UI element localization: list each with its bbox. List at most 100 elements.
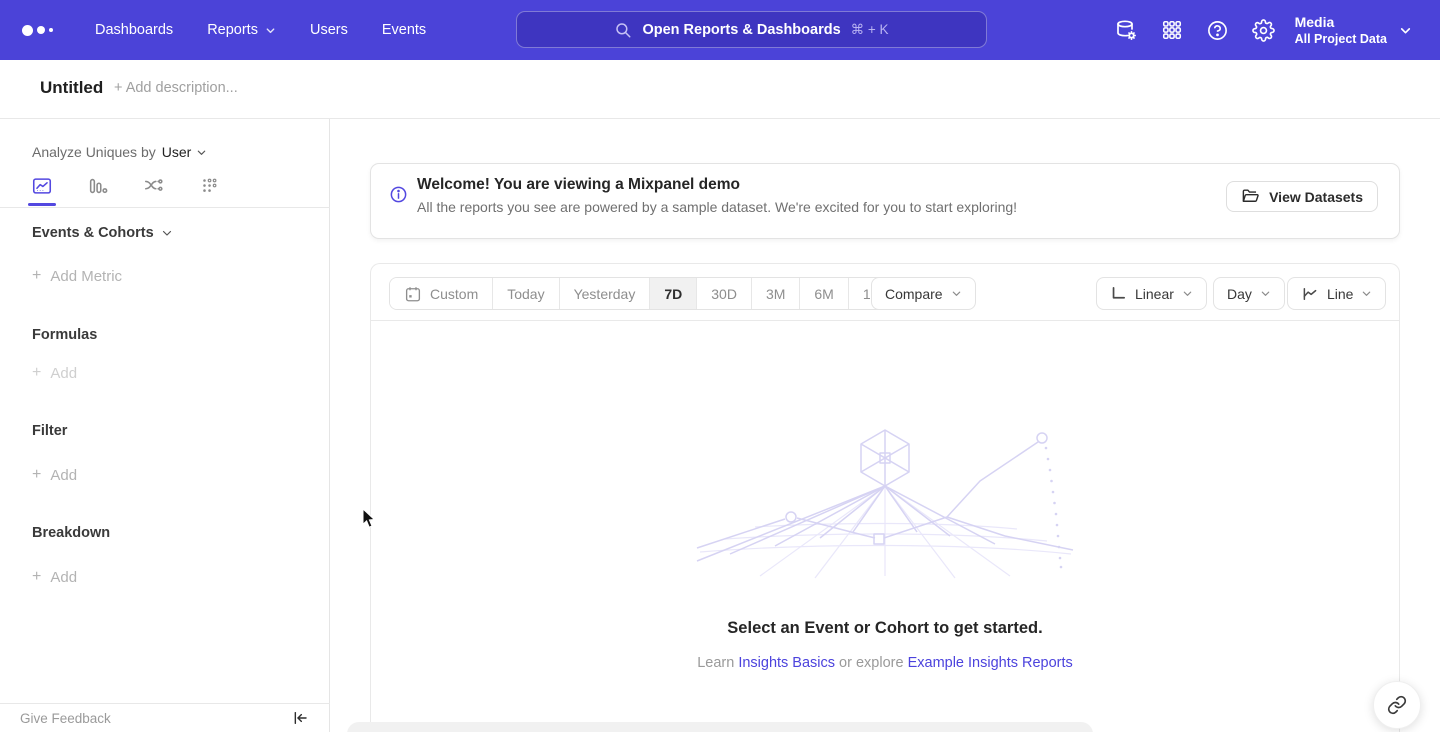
range-3m[interactable]: 3M	[752, 278, 800, 309]
add-breakdown-label: Add	[50, 569, 77, 586]
range-today[interactable]: Today	[493, 278, 559, 309]
report-title[interactable]: Untitled	[40, 78, 103, 98]
nav-item-label: Events	[382, 22, 426, 38]
range-6m[interactable]: 6M	[800, 278, 848, 309]
insights-basics-link[interactable]: Insights Basics	[738, 655, 835, 671]
nav-item-dashboards[interactable]: Dashboards	[78, 14, 190, 46]
nav-item-reports[interactable]: Reports	[190, 14, 293, 46]
plus-icon: +	[32, 568, 41, 586]
range-label: Today	[507, 286, 544, 302]
section-label: Breakdown	[32, 525, 110, 541]
folder-icon	[1241, 187, 1260, 206]
plus-icon: +	[32, 466, 41, 484]
tab-flow-chart[interactable]	[138, 168, 170, 204]
report-header: Untitled + Add description... Save	[0, 60, 1440, 119]
nav-item-label: Users	[310, 22, 348, 38]
range-label: 3M	[766, 286, 785, 302]
learn-prefix: Learn	[697, 655, 738, 671]
logo-dot-icon	[37, 26, 45, 34]
empty-state-illustration	[695, 426, 1075, 581]
plus-icon: +	[32, 267, 41, 285]
banner-title: Welcome! You are viewing a Mixpanel demo	[417, 176, 740, 194]
view-datasets-button[interactable]: View Datasets	[1226, 181, 1378, 212]
calendar-icon	[404, 285, 422, 303]
plus-icon: +	[32, 364, 41, 382]
analyze-value: User	[162, 144, 192, 160]
nav-item-label: Dashboards	[95, 22, 173, 38]
empty-state: Select an Event or Cohort to get started…	[371, 321, 1399, 671]
tab-scatter-grid[interactable]	[194, 168, 226, 204]
connector-text: or explore	[835, 655, 908, 671]
date-range-segmented: Custom Today Yesterday 7D 30D 3M 6M 12M	[389, 277, 905, 310]
add-filter-label: Add	[50, 467, 77, 484]
chevron-down-icon	[265, 25, 276, 36]
compare-label: Compare	[885, 286, 943, 302]
add-metric-button[interactable]: + Add Metric	[32, 267, 122, 285]
share-link-fab[interactable]	[1373, 681, 1421, 729]
view-datasets-label: View Datasets	[1269, 189, 1363, 205]
logo-dot-icon	[49, 28, 53, 32]
compare-button[interactable]: Compare	[871, 277, 976, 310]
collapse-sidebar-icon[interactable]	[292, 710, 308, 726]
range-7d[interactable]: 7D	[650, 278, 697, 309]
chevron-down-icon	[196, 147, 207, 158]
add-formula-button[interactable]: + Add	[32, 364, 77, 382]
project-subtitle: All Project Data	[1295, 31, 1387, 47]
breakdown-section-title: Breakdown	[32, 525, 110, 541]
chart-controls: Custom Today Yesterday 7D 30D 3M 6M 12M …	[371, 264, 1399, 321]
tab-bar-chart[interactable]	[82, 168, 114, 204]
apps-grid-icon[interactable]	[1149, 0, 1195, 60]
report-description-placeholder[interactable]: + Add description...	[114, 80, 238, 96]
chevron-down-icon	[951, 288, 962, 299]
search-shortcut: ⌘ + K	[851, 22, 889, 38]
give-feedback-link[interactable]: Give Feedback	[20, 711, 111, 726]
nav-right: Media All Project Data	[1103, 0, 1440, 60]
data-management-icon[interactable]	[1103, 0, 1149, 60]
project-switcher[interactable]: Media All Project Data	[1295, 13, 1430, 47]
range-30d[interactable]: 30D	[697, 278, 752, 309]
main-content: Welcome! You are viewing a Mixpanel demo…	[330, 119, 1440, 732]
nav-items: Dashboards Reports Users Events	[78, 14, 443, 46]
link-icon	[1387, 695, 1407, 715]
top-nav: Dashboards Reports Users Events Open Rep…	[0, 0, 1440, 60]
range-yesterday[interactable]: Yesterday	[560, 278, 651, 309]
interval-day-button[interactable]: Day	[1213, 277, 1285, 310]
chevron-down-icon	[161, 227, 173, 239]
scale-linear-button[interactable]: Linear	[1096, 277, 1207, 310]
scale-label: Linear	[1135, 286, 1174, 302]
global-search[interactable]: Open Reports & Dashboards ⌘ + K	[516, 11, 987, 48]
chart-type-line-button[interactable]: Line	[1287, 277, 1386, 310]
help-icon[interactable]	[1195, 0, 1241, 60]
report-card: Custom Today Yesterday 7D 30D 3M 6M 12M …	[370, 263, 1400, 732]
search-icon	[614, 21, 632, 39]
chevron-down-icon	[1399, 24, 1412, 37]
mixpanel-logo[interactable]	[22, 25, 66, 36]
add-filter-button[interactable]: + Add	[32, 466, 77, 484]
tab-line-chart[interactable]	[26, 168, 58, 204]
section-label: Events & Cohorts	[32, 225, 154, 241]
results-panel-peek[interactable]	[347, 722, 1093, 732]
welcome-banner: Welcome! You are viewing a Mixpanel demo…	[370, 163, 1400, 239]
section-label: Formulas	[32, 327, 97, 343]
section-label: Filter	[32, 423, 67, 439]
chevron-down-icon	[1182, 288, 1193, 299]
events-cohorts-section-title[interactable]: Events & Cohorts	[32, 225, 173, 241]
banner-subtitle: All the reports you see are powered by a…	[417, 199, 1017, 215]
project-name: Media	[1295, 13, 1387, 31]
add-breakdown-button[interactable]: + Add	[32, 568, 77, 586]
line-chart-icon	[31, 175, 53, 197]
settings-gear-icon[interactable]	[1241, 0, 1287, 60]
formulas-section-title: Formulas	[32, 327, 97, 343]
nav-item-events[interactable]: Events	[365, 14, 443, 46]
analyze-prefix: Analyze Uniques by	[32, 144, 156, 160]
linear-axes-icon	[1110, 285, 1127, 302]
range-label: 30D	[711, 286, 737, 302]
nav-item-users[interactable]: Users	[293, 14, 365, 46]
range-label: 6M	[814, 286, 833, 302]
bar-chart-icon	[87, 175, 109, 197]
chevron-down-icon	[1260, 288, 1271, 299]
range-custom[interactable]: Custom	[390, 278, 493, 309]
analyze-value-dropdown[interactable]: User	[162, 144, 208, 160]
example-reports-link[interactable]: Example Insights Reports	[908, 655, 1073, 671]
range-label: 7D	[664, 286, 682, 302]
